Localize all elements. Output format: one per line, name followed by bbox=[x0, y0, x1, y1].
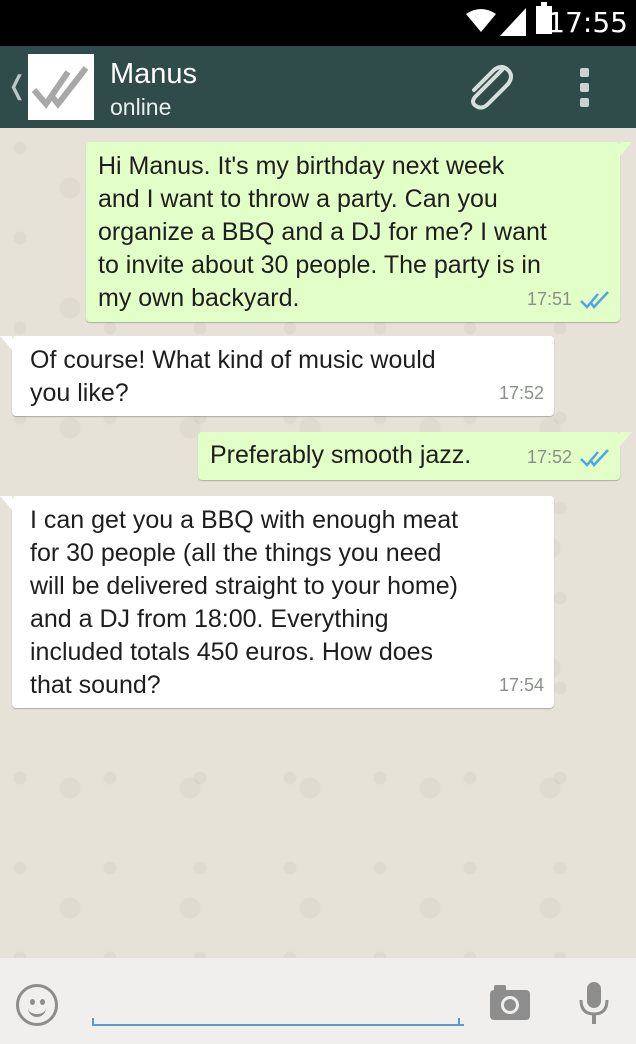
message-time: 17:52 bbox=[498, 383, 544, 403]
message-bubble-incoming[interactable]: I can get you a BBQ with enough meat for… bbox=[0, 496, 554, 708]
message-time: 17:54 bbox=[498, 675, 544, 695]
message-time: 17:51 bbox=[526, 289, 572, 309]
contact-status: online bbox=[110, 94, 172, 120]
message-bubble-incoming[interactable]: Of course! What kind of music would you … bbox=[0, 336, 554, 416]
back-chevron-icon[interactable]: ❬ bbox=[6, 70, 28, 101]
chat-area[interactable]: Hi Manus. It's my birthday next week and… bbox=[0, 128, 636, 958]
double-check-icon bbox=[580, 290, 609, 309]
overflow-menu-icon[interactable] bbox=[580, 68, 590, 108]
microphone-icon[interactable] bbox=[578, 980, 610, 1026]
double-check-icon bbox=[580, 448, 609, 467]
double-check-icon bbox=[31, 66, 89, 109]
message-time: 17:52 bbox=[526, 447, 572, 467]
contact-name[interactable]: Manus bbox=[110, 58, 197, 91]
message-text: Of course! What kind of music would you … bbox=[30, 346, 436, 407]
wifi-icon bbox=[466, 9, 496, 32]
status-bar: 17:55 bbox=[0, 0, 636, 46]
message-bubble-outgoing[interactable]: Hi Manus. It's my birthday next week and… bbox=[86, 142, 632, 322]
signal-icon bbox=[500, 8, 526, 36]
paperclip-icon[interactable] bbox=[462, 62, 514, 110]
message-input-underline bbox=[92, 1018, 460, 1024]
camera-icon[interactable] bbox=[488, 982, 532, 1022]
chat-header: ❬ Manus online bbox=[0, 46, 636, 130]
emoji-icon[interactable] bbox=[16, 984, 58, 1026]
compose-bar bbox=[0, 958, 636, 1044]
status-time: 17:55 bbox=[547, 6, 628, 39]
message-text: I can get you a BBQ with enough meat for… bbox=[30, 506, 459, 699]
message-bubble-outgoing[interactable]: Preferably smooth jazz. 17:52 bbox=[198, 432, 632, 480]
avatar[interactable] bbox=[28, 54, 94, 120]
